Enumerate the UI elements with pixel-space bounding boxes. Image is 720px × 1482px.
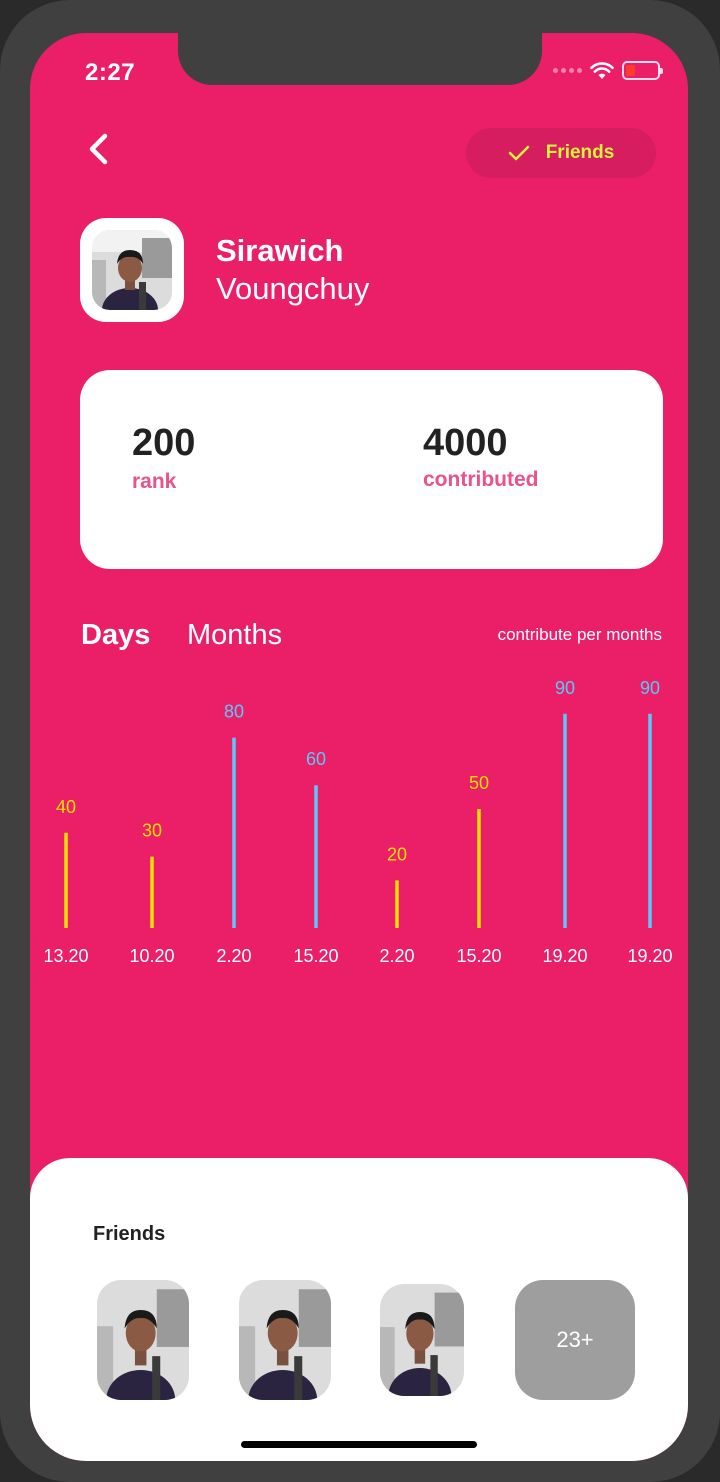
chart-value-label: 90	[555, 678, 575, 698]
chart-tick-label: 15.20	[456, 946, 501, 966]
back-button[interactable]	[82, 131, 118, 167]
contributed-value: 4000	[423, 422, 508, 464]
profile-first-name: Sirawich	[216, 233, 344, 268]
avatar-photo	[92, 230, 172, 310]
tab-days[interactable]: Days	[81, 619, 150, 652]
friends-title: Friends	[93, 1223, 166, 1245]
contributed-label: contributed	[423, 468, 539, 491]
friend-avatar[interactable]	[97, 1280, 189, 1400]
contribution-chart: 40 13.20 30 10.20 80 2.20 60 15.20 20 2.20 50 15.20…	[43, 678, 672, 966]
stats-card: 200 rank 4000 contributed	[80, 370, 663, 569]
chart-tick-label: 2.20	[216, 946, 251, 966]
friend-avatar[interactable]	[239, 1280, 331, 1400]
wifi-icon	[590, 61, 614, 79]
chart-tick-label: 13.20	[43, 946, 88, 966]
friends-status-label: Friends	[545, 142, 615, 163]
screen: 2:27 Friends Sirawich Voungchuy 200 rank…	[30, 33, 688, 1461]
chart-caption: contribute per months	[497, 625, 662, 644]
profile-last-name: Voungchuy	[216, 271, 370, 306]
rank-value: 200	[132, 422, 196, 464]
chart-value-label: 20	[387, 844, 407, 864]
friend-photo	[97, 1280, 189, 1400]
chart-tick-label: 19.20	[627, 946, 672, 966]
chart-value-label: 60	[306, 749, 326, 769]
friend-photo	[239, 1280, 331, 1400]
chart-tick-label: 19.20	[542, 946, 587, 966]
battery-icon	[622, 61, 663, 80]
friend-photo	[380, 1284, 464, 1396]
home-indicator	[241, 1441, 477, 1448]
more-friends-button[interactable]: 23+	[515, 1280, 635, 1400]
status-time: 2:27	[85, 59, 136, 86]
more-friends-count: 23+	[556, 1327, 594, 1352]
chart-tick-label: 10.20	[129, 946, 174, 966]
friends-status-button[interactable]: Friends	[466, 128, 656, 178]
signal-icon	[553, 68, 582, 73]
chart-tick-label: 15.20	[293, 946, 338, 966]
check-icon	[508, 145, 529, 161]
status-icons	[553, 61, 663, 80]
chart-value-label: 90	[640, 678, 660, 698]
chart-value-label: 50	[469, 773, 489, 793]
avatar	[80, 218, 184, 322]
chart-value-label: 30	[142, 821, 162, 841]
chart-value-label: 40	[56, 797, 76, 817]
chart-tick-label: 2.20	[379, 946, 414, 966]
notch	[178, 33, 542, 85]
rank-label: rank	[132, 470, 177, 493]
chevron-left-icon	[89, 133, 108, 165]
chart-value-label: 80	[224, 702, 244, 722]
tab-months[interactable]: Months	[187, 619, 282, 652]
friend-avatar[interactable]	[380, 1284, 464, 1396]
friends-panel: Friends 23+	[30, 1158, 688, 1461]
phone-frame: 2:27 Friends Sirawich Voungchuy 200 rank…	[0, 0, 720, 1482]
